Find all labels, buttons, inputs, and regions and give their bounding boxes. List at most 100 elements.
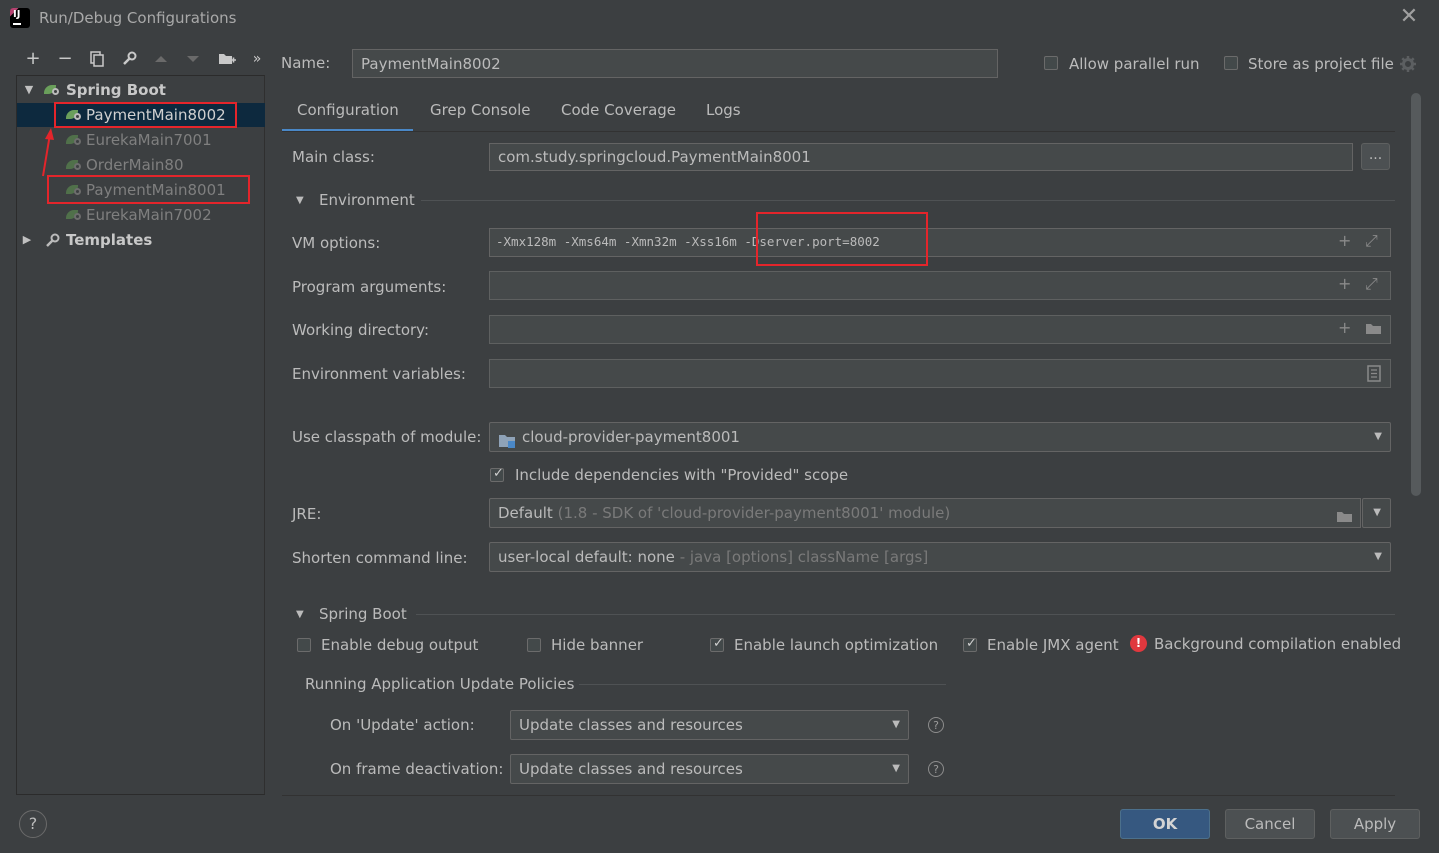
vm-options-field[interactable]: -Xmx128m -Xms64m -Xmn32m -Xss16m -Dserve…	[489, 228, 1391, 257]
plus-icon[interactable]: +	[1338, 228, 1351, 254]
scrollbar-thumb[interactable]	[1411, 93, 1421, 496]
tree-group-label: Templates	[66, 231, 153, 249]
plus-icon[interactable]: +	[1338, 271, 1351, 297]
tree-item-eurekamain7002[interactable]: EurekaMain7002	[17, 203, 265, 227]
collapse-arrow-icon[interactable]: ▶	[21, 228, 33, 252]
more-icon[interactable]: »	[246, 46, 268, 72]
folder-icon[interactable]	[1336, 506, 1354, 534]
launch-optimization-label: Enable launch optimization	[734, 636, 939, 654]
collapse-arrow-icon[interactable]: ▼	[296, 195, 304, 206]
classpath-dropdown[interactable]: cloud-provider-payment8001 ▼	[489, 422, 1391, 452]
remove-icon[interactable]: −	[54, 46, 76, 72]
program-args-field[interactable]	[489, 271, 1391, 300]
config-toolbar: + − »	[18, 46, 268, 74]
chevron-down-icon: ▼	[892, 719, 900, 730]
jmx-agent-label: Enable JMX agent	[987, 636, 1119, 654]
help-button[interactable]: ?	[19, 810, 47, 838]
annotation-box	[54, 102, 237, 128]
jre-dropdown-button[interactable]: ▼	[1362, 498, 1391, 528]
wrench-icon[interactable]	[118, 46, 140, 72]
allow-parallel-checkbox[interactable]	[1044, 56, 1058, 70]
env-vars-label: Environment variables:	[292, 365, 466, 383]
shorten-value: user-local default: none	[498, 548, 675, 566]
on-frame-value: Update classes and resources	[519, 760, 743, 778]
title-bar: IJ Run/Debug Configurations ✕	[0, 0, 1439, 36]
config-tree: ▼ Spring Boot PaymentMain8002 EurekaMain…	[16, 75, 265, 795]
tab-configuration[interactable]: Configuration	[282, 94, 413, 132]
on-frame-dropdown[interactable]: Update classes and resources ▼	[510, 754, 909, 784]
tab-grep-console[interactable]: Grep Console	[430, 94, 531, 132]
vm-options-label: VM options:	[292, 234, 381, 252]
tab-logs[interactable]: Logs	[706, 94, 741, 132]
expand-icon[interactable]: ⤢	[1365, 271, 1378, 297]
include-deps-label: Include dependencies with "Provided" sco…	[515, 466, 849, 484]
wrench-icon	[44, 232, 60, 256]
collapse-arrow-icon[interactable]: ▼	[296, 609, 304, 620]
jre-value: Default	[498, 504, 553, 522]
arrow-up-icon[interactable]	[150, 46, 172, 72]
tree-item-label: OrderMain80	[86, 156, 184, 174]
on-update-label: On 'Update' action:	[330, 716, 475, 734]
spring-boot-section-label: Spring Boot	[319, 605, 407, 623]
gear-icon[interactable]	[1399, 55, 1417, 77]
tab-bar: Configuration Grep Console Code Coverage…	[282, 94, 1395, 132]
error-icon: !	[1130, 635, 1147, 652]
hide-banner-label: Hide banner	[551, 636, 644, 654]
environment-section-label: Environment	[319, 191, 415, 209]
copy-icon[interactable]	[86, 46, 108, 72]
section-divider	[579, 684, 946, 685]
content-bottom-divider	[282, 795, 1395, 796]
help-icon[interactable]: ?	[928, 717, 944, 733]
working-dir-field[interactable]	[489, 315, 1391, 344]
tree-group-spring-boot[interactable]: ▼ Spring Boot	[17, 78, 265, 102]
launch-optimization-checkbox[interactable]: ✓	[710, 636, 724, 652]
expand-icon[interactable]: ⤢	[1365, 228, 1378, 254]
plus-icon[interactable]: +	[1338, 315, 1351, 341]
browse-button[interactable]: ...	[1361, 143, 1390, 170]
allow-parallel-label: Allow parallel run	[1069, 55, 1200, 73]
folder-icon[interactable]	[1365, 321, 1383, 341]
new-folder-icon[interactable]	[216, 46, 238, 72]
cancel-button[interactable]: Cancel	[1225, 809, 1315, 839]
ok-button[interactable]: OK	[1120, 809, 1210, 839]
help-icon[interactable]: ?	[928, 761, 944, 777]
debug-output-checkbox[interactable]	[297, 638, 311, 652]
close-icon[interactable]: ✕	[1398, 5, 1420, 29]
spring-boot-icon	[66, 208, 82, 222]
name-field[interactable]: PaymentMain8002	[352, 49, 998, 78]
jre-field[interactable]: Default (1.8 - SDK of 'cloud-provider-pa…	[489, 498, 1361, 528]
window-title: Run/Debug Configurations	[39, 9, 237, 27]
add-icon[interactable]: +	[22, 46, 44, 72]
section-divider	[416, 614, 1395, 615]
main-class-label: Main class:	[292, 148, 375, 166]
tree-group-templates[interactable]: ▶ Templates	[17, 228, 265, 252]
shorten-dropdown[interactable]: user-local default: none - java [options…	[489, 542, 1391, 572]
tree-group-label: Spring Boot	[66, 81, 166, 99]
working-dir-label: Working directory:	[292, 321, 430, 339]
on-update-dropdown[interactable]: Update classes and resources ▼	[510, 710, 909, 740]
shorten-label: Shorten command line:	[292, 549, 468, 567]
edit-env-icon[interactable]	[1367, 365, 1381, 386]
tree-item-label: EurekaMain7002	[86, 206, 212, 224]
store-project-checkbox[interactable]	[1224, 56, 1238, 70]
jre-label: JRE:	[292, 505, 322, 523]
annotation-arrow-icon	[42, 128, 54, 177]
apply-button[interactable]: Apply	[1330, 809, 1420, 839]
annotation-box	[47, 175, 250, 204]
env-vars-field[interactable]	[489, 359, 1391, 388]
store-project-label: Store as project file	[1248, 55, 1394, 73]
jmx-agent-checkbox[interactable]: ✓	[963, 636, 977, 652]
expand-arrow-icon[interactable]: ▼	[23, 78, 35, 102]
include-deps-checkbox[interactable]: ✓	[490, 466, 504, 482]
intellij-logo-icon: IJ	[10, 8, 30, 28]
classpath-value: cloud-provider-payment8001	[522, 428, 740, 446]
on-frame-label: On frame deactivation:	[330, 760, 504, 778]
chevron-down-icon: ▼	[1374, 551, 1382, 562]
arrow-down-icon[interactable]	[182, 46, 204, 72]
name-label: Name:	[281, 54, 331, 72]
main-class-field[interactable]: com.study.springcloud.PaymentMain8001	[489, 143, 1353, 171]
chevron-down-icon: ▼	[1373, 507, 1381, 518]
hide-banner-checkbox[interactable]	[527, 638, 541, 652]
tree-item-label: EurekaMain7001	[86, 131, 212, 149]
tab-code-coverage[interactable]: Code Coverage	[561, 94, 676, 132]
